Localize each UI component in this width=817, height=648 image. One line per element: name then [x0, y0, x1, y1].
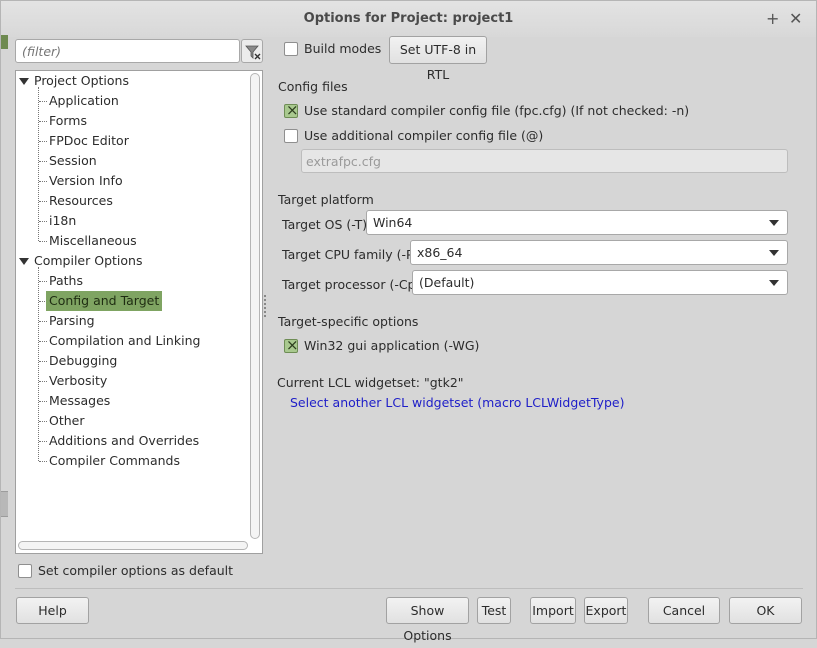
- tree-expander-icon[interactable]: [19, 258, 29, 265]
- tree-item[interactable]: Miscellaneous: [46, 231, 140, 251]
- tree-item[interactable]: Debugging: [46, 351, 120, 371]
- maximize-icon[interactable]: +: [766, 9, 779, 28]
- clear-filter-button[interactable]: [241, 39, 263, 63]
- target-platform-title: Target platform: [278, 192, 374, 207]
- tree-item[interactable]: i18n: [46, 211, 79, 231]
- target-os-combo[interactable]: Win64: [366, 210, 788, 235]
- tree-vertical-scrollbar[interactable]: [250, 73, 260, 539]
- target-cpu-combo[interactable]: x86_64: [410, 240, 788, 265]
- tree-item[interactable]: Additions and Overrides: [46, 431, 202, 451]
- standard-config-label: Use standard compiler config file (fpc.c…: [304, 103, 690, 118]
- tree-group[interactable]: Compiler Options: [31, 251, 145, 271]
- build-modes-label: Build modes: [304, 41, 382, 56]
- help-button[interactable]: Help: [16, 597, 89, 624]
- tree-item[interactable]: Forms: [46, 111, 90, 131]
- tree-item[interactable]: Parsing: [46, 311, 98, 331]
- target-cpu-value: x86_64: [417, 245, 463, 260]
- options-tree[interactable]: Project Options Application Forms FPDoc Edi…: [15, 70, 263, 554]
- tree-item[interactable]: Verbosity: [46, 371, 110, 391]
- chevron-down-icon: [769, 250, 779, 256]
- set-default-label: Set compiler options as default: [38, 563, 234, 578]
- tree-item[interactable]: Messages: [46, 391, 113, 411]
- tree-item[interactable]: Paths: [46, 271, 86, 291]
- target-processor-value: (Default): [419, 275, 475, 290]
- win32-gui-checkbox[interactable]: [284, 336, 299, 354]
- build-modes-checkbox[interactable]: [284, 42, 298, 56]
- tree-item[interactable]: Other: [46, 411, 88, 431]
- chevron-down-icon: [769, 220, 779, 226]
- import-button[interactable]: Import: [530, 597, 576, 624]
- select-widgetset-link[interactable]: Select another LCL widgetset (macro LCLW…: [290, 395, 624, 410]
- additional-config-label: Use additional compiler config file (@): [304, 128, 544, 143]
- current-widgetset-label: Current LCL widgetset: "gtk2": [277, 375, 464, 390]
- config-files-title: Config files: [278, 79, 348, 94]
- tree-item[interactable]: Version Info: [46, 171, 126, 191]
- bottom-separator: [15, 588, 803, 589]
- tree-item[interactable]: Session: [46, 151, 100, 171]
- filter-input[interactable]: [15, 39, 240, 63]
- chevron-down-icon: [769, 280, 779, 286]
- tree-horizontal-scrollbar[interactable]: [18, 541, 248, 550]
- set-default-checkbox[interactable]: [18, 564, 32, 578]
- tree-connector: [38, 267, 39, 461]
- set-utf8-button[interactable]: Set UTF-8 in RTL: [389, 36, 487, 82]
- additional-config-checkbox[interactable]: [284, 129, 298, 143]
- title-bar: Options for Project: project1 + ✕: [1, 1, 816, 37]
- ok-button[interactable]: OK: [729, 597, 802, 624]
- additional-config-field: extrafpc.cfg: [301, 149, 788, 173]
- tree-item[interactable]: Config and Target: [46, 291, 163, 311]
- target-cpu-label: Target CPU family (-P): [282, 247, 419, 262]
- show-options-button[interactable]: Show Options: [386, 597, 469, 643]
- background-window-strip: [1, 491, 8, 517]
- target-specific-title: Target-specific options: [278, 314, 419, 329]
- tree-item[interactable]: FPDoc Editor: [46, 131, 132, 151]
- tree-item[interactable]: Resources: [46, 191, 116, 211]
- tree-connector: [38, 87, 39, 241]
- cancel-button[interactable]: Cancel: [648, 597, 720, 624]
- target-processor-label: Target processor (-Cp): [282, 277, 421, 292]
- standard-config-checkbox[interactable]: [284, 101, 299, 119]
- background-window-strip: [1, 35, 8, 49]
- tree-item[interactable]: Application: [46, 91, 122, 111]
- win32-gui-label: Win32 gui application (-WG): [304, 338, 480, 353]
- window-title: Options for Project: project1: [303, 11, 514, 26]
- tree-expander-icon[interactable]: [19, 78, 29, 85]
- target-os-value: Win64: [373, 215, 413, 230]
- options-dialog: Options for Project: project1 + ✕ Projec…: [0, 0, 817, 643]
- test-button[interactable]: Test: [477, 597, 511, 624]
- splitter-handle[interactable]: [264, 295, 267, 319]
- tree-item[interactable]: Compiler Commands: [46, 451, 183, 471]
- target-os-label: Target OS (-T): [282, 217, 368, 232]
- tree-group[interactable]: Project Options: [31, 71, 132, 91]
- export-button[interactable]: Export: [584, 597, 628, 624]
- filter-clear-icon: [245, 45, 261, 60]
- target-processor-combo[interactable]: (Default): [412, 270, 788, 295]
- close-icon[interactable]: ✕: [789, 9, 802, 28]
- tree-item[interactable]: Compilation and Linking: [46, 331, 203, 351]
